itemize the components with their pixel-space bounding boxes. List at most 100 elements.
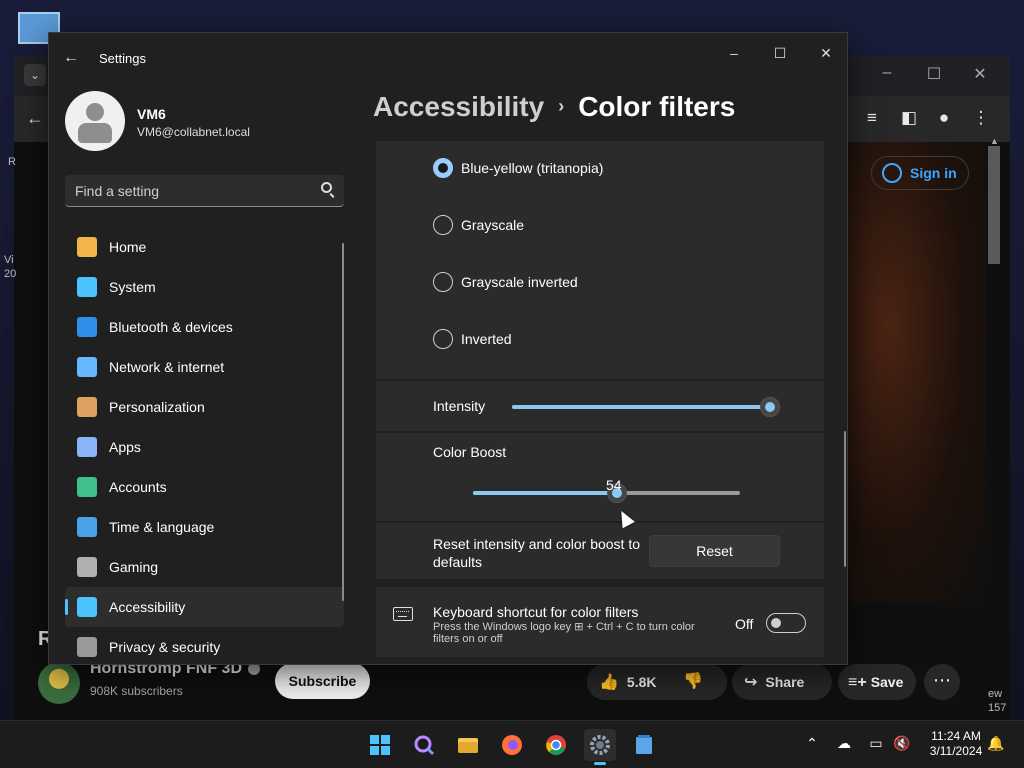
keyboard-shortcut-title: Keyboard shortcut for color filters bbox=[433, 604, 639, 620]
color-boost-label: Color Boost bbox=[433, 444, 507, 460]
like-count[interactable]: 5.8K bbox=[627, 674, 657, 690]
chrome-icon bbox=[546, 735, 566, 755]
intensity-slider[interactable] bbox=[512, 397, 780, 417]
sidebar-item-label: Home bbox=[109, 239, 147, 255]
sidebar-item-accessibility[interactable]: Accessibility bbox=[65, 587, 344, 627]
sidebar-nav: Home System Bluetooth & devices Network … bbox=[65, 227, 345, 664]
scroll-up-arrow-icon[interactable]: ▲ bbox=[990, 136, 999, 146]
page-fragment-4: ew bbox=[988, 688, 1003, 700]
sidebar-scrollbar[interactable] bbox=[342, 243, 344, 601]
search-input[interactable] bbox=[65, 175, 305, 206]
profile-name: VM6 bbox=[137, 106, 166, 122]
settings-app-button[interactable] bbox=[584, 729, 616, 765]
dislike-icon[interactable]: 👎 bbox=[683, 664, 703, 700]
sidebar-item-label: Apps bbox=[109, 439, 141, 455]
browser-maximize-icon[interactable]: ☐ bbox=[919, 64, 949, 84]
settings-titlebar: ← Settings – ☐ ✕ bbox=[49, 33, 847, 83]
sidebar-item-accounts[interactable]: Accounts bbox=[65, 467, 344, 507]
radio-label: Grayscale inverted bbox=[461, 274, 578, 290]
sidebar-item-gaming[interactable]: Gaming bbox=[65, 547, 344, 587]
browser-menu-icon[interactable]: ⋮ bbox=[969, 108, 993, 128]
profile-icon[interactable]: ● bbox=[932, 108, 956, 128]
like-icon[interactable]: 👍 bbox=[599, 674, 619, 691]
share-button[interactable]: ↪ Share bbox=[732, 664, 832, 700]
side-panel-icon[interactable]: ◧ bbox=[897, 108, 921, 128]
browser-minimize-icon[interactable]: – bbox=[872, 64, 902, 82]
page-title: Color filters bbox=[578, 91, 736, 122]
radio-button[interactable] bbox=[433, 329, 453, 349]
intensity-slider-fill bbox=[512, 405, 770, 409]
firefox-button[interactable] bbox=[496, 729, 528, 761]
radio-label: Blue-yellow (tritanopia) bbox=[461, 160, 604, 176]
color-filters-content: Blue-yellow (tritanopia) Grayscale Grays… bbox=[376, 141, 824, 664]
sidebar-item-personalization[interactable]: Personalization bbox=[65, 387, 344, 427]
browser-back-icon[interactable]: ← bbox=[26, 108, 44, 129]
search-icon bbox=[414, 735, 435, 756]
sidebar-item-home[interactable]: Home bbox=[65, 227, 344, 267]
sidebar-item-label: Personalization bbox=[109, 399, 205, 415]
notepad-button[interactable] bbox=[628, 729, 660, 761]
chrome-button[interactable] bbox=[540, 729, 572, 761]
share-icon: ↪ bbox=[744, 674, 758, 691]
taskbar-search-button[interactable] bbox=[408, 729, 440, 761]
media-control-icon[interactable]: ≡ bbox=[860, 108, 884, 128]
color-boost-value: 54 bbox=[606, 477, 622, 493]
sidebar-item-label: System bbox=[109, 279, 156, 295]
maximize-icon[interactable]: ☐ bbox=[765, 41, 795, 65]
notification-bell-icon[interactable]: 🔔 bbox=[986, 735, 1006, 752]
save-button[interactable]: ≡+ Save bbox=[838, 664, 916, 700]
volume-muted-icon[interactable]: 🔇 bbox=[892, 735, 912, 752]
tab-search-dropdown-icon[interactable]: ⌄ bbox=[24, 64, 46, 86]
sidebar-item-network[interactable]: Network & internet bbox=[65, 347, 344, 387]
radio-button[interactable] bbox=[433, 158, 453, 178]
color-boost-slider-fill bbox=[473, 491, 618, 495]
save-label: Save bbox=[870, 674, 904, 690]
sidebar-item-privacy[interactable]: Privacy & security bbox=[65, 627, 344, 664]
sidebar-item-label: Time & language bbox=[109, 519, 215, 535]
radio-label: Grayscale bbox=[461, 217, 525, 233]
breadcrumb: Accessibility › Color filters bbox=[373, 91, 735, 123]
minimize-icon[interactable]: – bbox=[719, 41, 749, 65]
close-icon[interactable]: ✕ bbox=[811, 41, 841, 65]
keyboard-shortcut-card: Keyboard shortcut for color filters Pres… bbox=[376, 587, 824, 657]
search-icon[interactable] bbox=[321, 182, 332, 193]
subscribe-button[interactable]: Subscribe bbox=[275, 663, 370, 699]
sidebar-item-system[interactable]: System bbox=[65, 267, 344, 307]
keyboard-shortcut-toggle[interactable] bbox=[766, 613, 806, 633]
avatar[interactable] bbox=[65, 91, 125, 151]
sidebar-item-label: Accounts bbox=[109, 479, 167, 495]
onedrive-icon[interactable]: ☁ bbox=[834, 735, 854, 752]
content-scrollbar[interactable] bbox=[844, 431, 846, 567]
back-arrow-icon[interactable]: ← bbox=[63, 49, 79, 67]
radio-button[interactable] bbox=[433, 215, 453, 235]
sidebar-item-bluetooth[interactable]: Bluetooth & devices bbox=[65, 307, 344, 347]
account-icon bbox=[882, 163, 902, 183]
file-explorer-button[interactable] bbox=[452, 729, 484, 761]
show-hidden-icons-chevron-icon[interactable]: ⌃ bbox=[802, 735, 822, 752]
radio-label: Inverted bbox=[461, 331, 512, 347]
more-actions-icon[interactable]: ⋯ bbox=[924, 664, 960, 700]
video-player[interactable] bbox=[846, 142, 986, 602]
sidebar-item-time-language[interactable]: Time & language bbox=[65, 507, 344, 547]
globe-icon bbox=[77, 517, 97, 537]
intensity-slider-thumb[interactable] bbox=[760, 397, 780, 417]
sign-in-button[interactable]: Sign in bbox=[871, 156, 969, 190]
avatar-body bbox=[78, 123, 112, 143]
intensity-label: Intensity bbox=[433, 398, 486, 414]
reset-button[interactable]: Reset bbox=[649, 535, 780, 567]
settings-window: ← Settings – ☐ ✕ VM6 VM6@collabnet.local… bbox=[48, 32, 848, 665]
start-button[interactable] bbox=[364, 729, 396, 761]
profile-email: VM6@collabnet.local bbox=[137, 125, 250, 139]
browser-close-icon[interactable]: ✕ bbox=[965, 64, 995, 84]
browser-scrollbar[interactable] bbox=[988, 146, 1000, 264]
clock-time: 11:24 AM bbox=[931, 729, 981, 743]
subscriber-count: 908K subscribers bbox=[90, 684, 183, 698]
avatar-head bbox=[86, 103, 104, 121]
channel-avatar[interactable] bbox=[38, 662, 80, 704]
search-box[interactable] bbox=[65, 175, 344, 207]
breadcrumb-parent[interactable]: Accessibility bbox=[373, 91, 544, 122]
sidebar-item-apps[interactable]: Apps bbox=[65, 427, 344, 467]
radio-button[interactable] bbox=[433, 272, 453, 292]
network-icon[interactable]: ▭ bbox=[866, 735, 886, 752]
clock[interactable]: 11:24 AM 3/11/2024 bbox=[918, 729, 994, 759]
